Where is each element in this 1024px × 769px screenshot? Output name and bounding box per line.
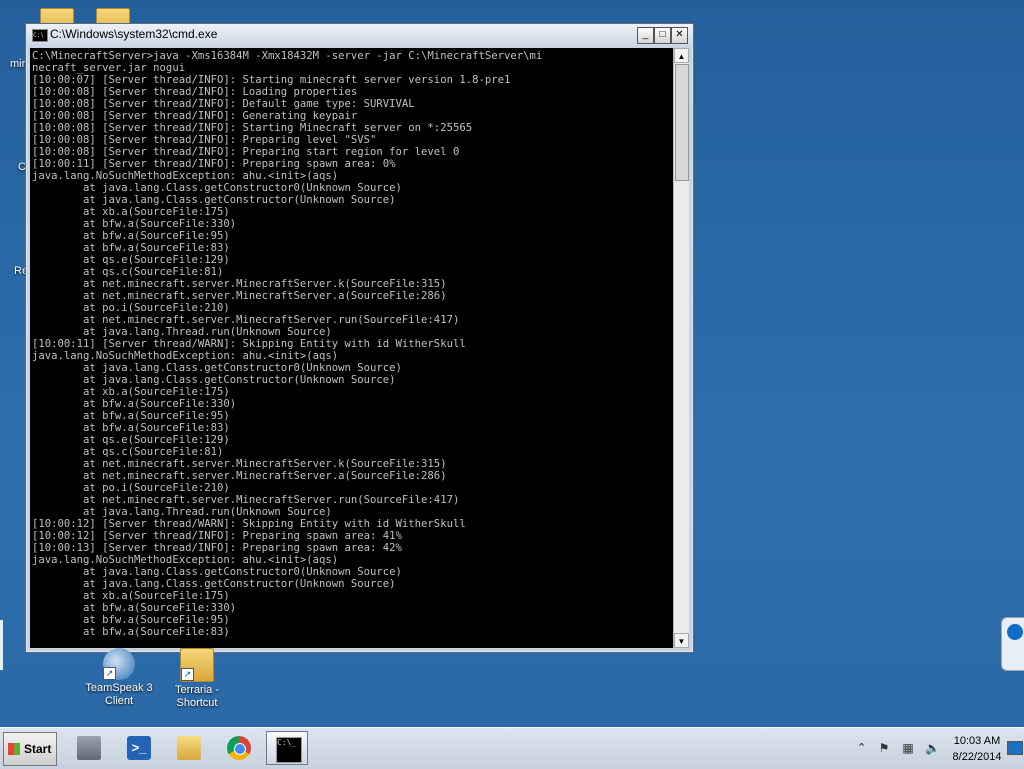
close-button[interactable]: ✕ — [671, 27, 688, 44]
flag-icon[interactable]: ⚑ — [877, 742, 891, 755]
taskbar-server-manager[interactable] — [68, 731, 110, 765]
windows-flag-icon — [8, 743, 20, 755]
clock[interactable]: 10:03 AM 8/22/2014 — [947, 733, 1007, 765]
left-edge-widget — [0, 620, 3, 670]
scroll-down-icon[interactable]: ▼ — [674, 633, 689, 648]
title-bar[interactable]: C:\ C:\Windows\system32\cmd.exe _ □ ✕ — [26, 24, 693, 46]
start-button[interactable]: Start — [3, 732, 57, 766]
shortcut-arrow-icon: ↗ — [103, 667, 116, 680]
folder-icon — [177, 736, 201, 760]
shortcut-arrow-icon: ↗ — [181, 668, 194, 681]
window-title: C:\Windows\system32\cmd.exe — [50, 27, 218, 41]
chevron-up-icon[interactable]: ⌃ — [857, 741, 866, 754]
vertical-scrollbar[interactable]: ▲ ▼ — [673, 48, 689, 648]
desktop-partial-label: mir — [10, 58, 26, 70]
volume-icon[interactable]: 🔈 — [925, 742, 940, 755]
taskbar-chrome[interactable] — [218, 731, 260, 765]
taskbar-powershell[interactable]: >_ — [118, 731, 160, 765]
terraria-shortcut-icon: ↗ — [180, 648, 214, 682]
clock-date: 8/22/2014 — [952, 751, 1002, 763]
powershell-icon: >_ — [127, 736, 151, 760]
desktop-icon-teamspeak[interactable]: ↗ TeamSpeak 3 Client — [79, 648, 159, 708]
scroll-up-icon[interactable]: ▲ — [674, 48, 689, 63]
taskbar: Start >_ C:\_ ⌃ ⚑ ▦ 🔈 10:03 AM 8/22/2014 — [0, 727, 1024, 769]
desktop-icon-label: TeamSpeak 3 Client — [85, 682, 153, 707]
teamviewer-side-tab[interactable] — [1001, 617, 1024, 671]
taskbar-explorer[interactable] — [168, 731, 210, 765]
network-icon[interactable]: ▦ — [901, 742, 915, 755]
console-text: C:\MinecraftServer>java -Xms16384M -Xmx1… — [32, 50, 543, 638]
monitor-icon[interactable] — [1007, 741, 1023, 755]
maximize-button[interactable]: □ — [654, 27, 671, 44]
teamspeak-icon: ↗ — [103, 648, 135, 680]
clock-time: 10:03 AM — [953, 735, 1001, 747]
scroll-thumb[interactable] — [675, 64, 689, 181]
server-manager-icon — [77, 736, 101, 760]
start-label: Start — [24, 742, 52, 756]
teamviewer-icon — [1007, 624, 1023, 640]
chrome-icon — [227, 736, 251, 760]
console-output[interactable]: C:\MinecraftServer>java -Xms16384M -Xmx1… — [30, 48, 673, 648]
desktop-icon-terraria[interactable]: ↗ Terraria - Shortcut — [157, 648, 237, 710]
taskbar-cmd[interactable]: C:\_ — [266, 731, 308, 765]
cmd-window[interactable]: C:\ C:\Windows\system32\cmd.exe _ □ ✕ C:… — [25, 23, 694, 653]
system-tray: ⌃ ⚑ ▦ 🔈 10:03 AM 8/22/2014 — [853, 731, 1023, 766]
desktop-icon-label: Terraria - Shortcut — [174, 684, 219, 709]
minimize-button[interactable]: _ — [637, 27, 654, 44]
cmd-app-icon[interactable]: C:\ — [32, 29, 48, 42]
cmd-icon: C:\_ — [276, 737, 302, 763]
